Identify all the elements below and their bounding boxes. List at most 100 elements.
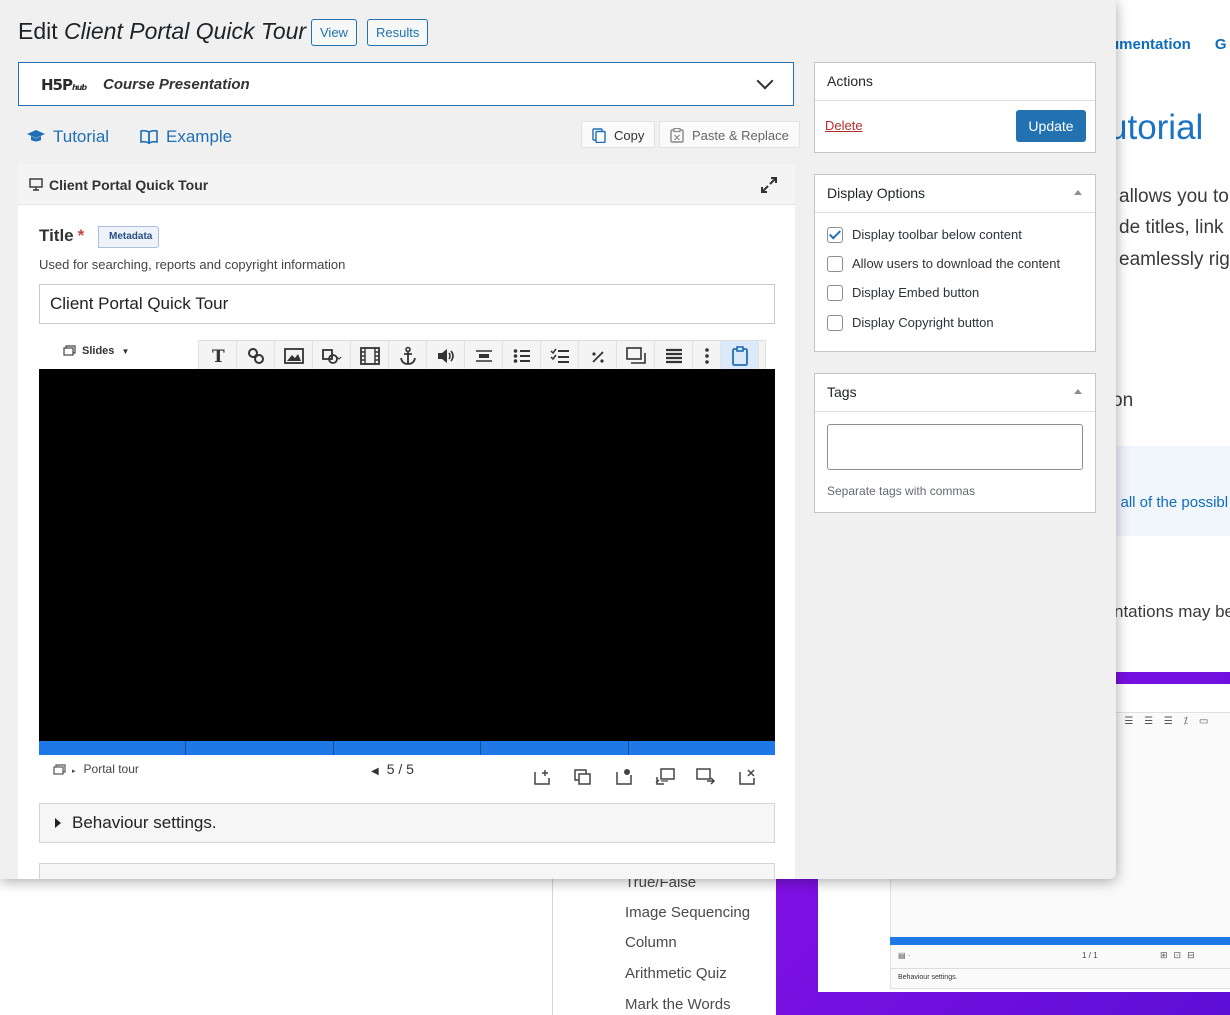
monitor-icon	[29, 178, 43, 191]
tags-box: Tags Separate tags with commas	[814, 373, 1096, 513]
slide-progress-segment[interactable]	[186, 741, 334, 755]
background-text-fragment: ntations may be	[1114, 602, 1230, 621]
fullscreen-icon[interactable]	[760, 176, 778, 194]
behaviour-settings-toggle[interactable]: Behaviour settings.	[39, 803, 775, 843]
audio-icon[interactable]	[427, 341, 465, 370]
edit-content-overlay: Edit Client Portal Quick Tour View Resul…	[0, 0, 1116, 879]
slides-icon	[63, 345, 76, 356]
display-toolbar-checkbox[interactable]	[827, 227, 843, 243]
background-nav[interactable]: umentation G	[1110, 36, 1227, 53]
slide-background-icon[interactable]	[614, 767, 634, 787]
background-nav-item[interactable]: umentation	[1110, 36, 1191, 53]
tags-heading[interactable]: Tags	[815, 374, 1095, 412]
h5p-hub-logo: H5Phub	[41, 76, 87, 94]
paste-icon	[670, 128, 684, 143]
background-nav-item[interactable]: G	[1215, 36, 1227, 53]
collapse-arrow-icon[interactable]	[1074, 389, 1082, 394]
page-title-name: Client Portal Quick Tour	[64, 18, 307, 44]
background-text-line: allows you to	[1119, 186, 1229, 207]
checklist-icon[interactable]	[541, 341, 579, 370]
shapes-icon[interactable]	[313, 341, 351, 370]
slide-progress-segment[interactable]	[39, 741, 187, 755]
delete-link[interactable]: Delete	[825, 118, 863, 133]
background-mini-slides-icon: ▤ ·	[898, 951, 911, 960]
slide-progress-segment[interactable]	[629, 741, 775, 755]
image-icon[interactable]	[275, 341, 313, 370]
move-slide-left-icon[interactable]	[655, 767, 675, 787]
background-sidebar-item[interactable]: Arithmetic Quiz	[625, 965, 727, 982]
slides-icon	[53, 764, 66, 775]
copy-button[interactable]: Copy	[581, 121, 656, 148]
content-editor: Client Portal Quick Tour Title * Metadata…	[18, 164, 795, 879]
view-button[interactable]: View	[311, 19, 357, 46]
actions-heading: Actions	[815, 63, 1095, 101]
display-options-heading[interactable]: Display Options	[815, 175, 1095, 213]
example-link[interactable]: Example	[140, 127, 232, 147]
anchor-icon[interactable]	[389, 341, 427, 370]
slide-canvas[interactable]	[39, 369, 775, 741]
tags-textarea[interactable]	[827, 424, 1083, 470]
page-title: Edit Client Portal Quick Tour	[18, 18, 306, 45]
copy-icon	[592, 128, 606, 143]
link-icon[interactable]	[237, 341, 275, 370]
svg-text:T: T	[212, 347, 225, 366]
results-button[interactable]: Results	[367, 19, 429, 46]
chevron-down-icon[interactable]	[756, 72, 774, 90]
background-heading: utorial	[1108, 108, 1204, 147]
metadata-button[interactable]: Metadata	[98, 226, 160, 248]
content-toolbar: T	[198, 340, 766, 370]
copyright-button-checkbox[interactable]	[827, 315, 843, 331]
fill-blanks-icon[interactable]	[465, 341, 503, 370]
update-button[interactable]: Update	[1016, 110, 1086, 142]
more-icon[interactable]	[693, 341, 721, 370]
paste-icon[interactable]	[721, 341, 759, 370]
content-type-selector[interactable]: H5Phub Course Presentation	[18, 62, 794, 106]
slide-footer-label[interactable]: ▸ Portal tour	[53, 762, 139, 776]
option-allow-download[interactable]: Allow users to download the content	[827, 256, 1060, 272]
content-type-name: Course Presentation	[103, 76, 250, 93]
title-field-description: Used for searching, reports and copyrigh…	[39, 257, 346, 272]
add-slide-icon[interactable]	[532, 767, 552, 787]
required-mark: *	[77, 226, 85, 245]
tutorial-link[interactable]: Tutorial	[27, 127, 109, 147]
slides-menu[interactable]: Slides ▼	[63, 345, 129, 357]
title-input[interactable]: Client Portal Quick Tour	[39, 284, 775, 324]
background-callout	[1116, 446, 1230, 536]
option-copyright-button[interactable]: Display Copyright button	[827, 315, 994, 331]
percent-icon[interactable]	[579, 341, 617, 370]
collapse-arrow-icon[interactable]	[1074, 190, 1082, 195]
slide-progress-bar[interactable]	[39, 741, 775, 755]
option-display-toolbar[interactable]: Display toolbar below content	[827, 227, 1022, 243]
delete-slide-icon[interactable]	[737, 767, 757, 787]
allow-download-checkbox[interactable]	[827, 256, 843, 272]
text-icon[interactable]: T	[199, 341, 237, 370]
graduation-cap-icon	[27, 130, 45, 142]
background-text-line: de titles, link	[1119, 217, 1224, 238]
paste-replace-button[interactable]: Paste & Replace	[659, 121, 800, 148]
background-mini-toolbar: ▪ ☰ ☰ ☰ ⁒ ▭	[1110, 716, 1213, 727]
move-slide-right-icon[interactable]	[696, 767, 716, 787]
background-sidebar-item[interactable]: Mark the Words	[625, 996, 731, 1013]
display-options-box: Display Options Display toolbar below co…	[814, 174, 1096, 352]
list-icon[interactable]	[655, 341, 693, 370]
slide-progress-segment[interactable]	[334, 741, 482, 755]
slide-progress-segment[interactable]	[481, 741, 629, 755]
clone-slide-icon[interactable]	[573, 767, 593, 787]
background-sidebar-item[interactable]: Column	[625, 934, 677, 951]
multiple-choice-icon[interactable]	[503, 341, 541, 370]
background-sidebar-divider	[552, 878, 553, 1015]
previous-slide-icon[interactable]: ◀	[371, 766, 379, 777]
summary-icon[interactable]	[617, 341, 655, 370]
embed-button-checkbox[interactable]	[827, 285, 843, 301]
background-mini-progress	[890, 937, 1230, 945]
caret-right-icon	[55, 818, 61, 828]
background-callout-link[interactable]: e all of the possibl	[1108, 494, 1228, 511]
editor-section-header: Client Portal Quick Tour	[18, 164, 795, 205]
editor-section-title: Client Portal Quick Tour	[49, 177, 209, 193]
video-icon[interactable]	[351, 341, 389, 370]
background-mini-behaviour: Behaviour settings.	[890, 968, 1230, 986]
option-embed-button[interactable]: Display Embed button	[827, 285, 979, 301]
background-mini-icons: ⊞⊡⊟	[1160, 950, 1201, 960]
background-sidebar-item[interactable]: Image Sequencing	[625, 904, 750, 921]
next-settings-group[interactable]	[39, 863, 775, 879]
